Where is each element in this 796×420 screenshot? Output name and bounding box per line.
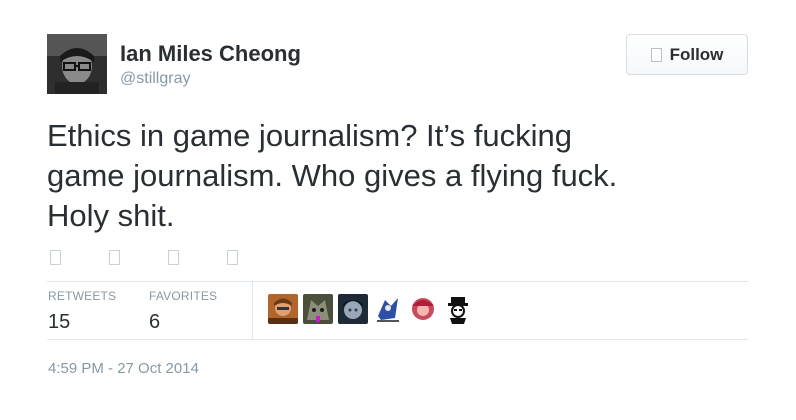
author-screen-name[interactable]: @stillgray [120,69,190,89]
tweet-card: Ian Miles Cheong @stillgray Follow Ethic… [0,0,796,420]
stats-divider-vertical [252,281,253,339]
favoriter-avatar-3[interactable] [338,294,368,324]
follow-button[interactable]: Follow [626,34,748,75]
favorite-icon[interactable] [168,250,179,265]
favorites-count: 6 [149,311,161,333]
favoriter-avatar-6[interactable] [443,294,473,324]
favoriter-avatar-2[interactable] [303,294,333,324]
author-display-name[interactable]: Ian Miles Cheong [120,40,301,68]
favorites-stat[interactable]: FAVORITES 6 [149,289,217,335]
favoriter-avatar-5[interactable] [408,294,438,324]
favorites-label: FAVORITES [149,289,218,303]
stats-divider-top [47,281,748,282]
retweets-count: 15 [48,311,71,333]
favoriters-list [268,294,473,324]
author-avatar-image [47,34,107,94]
retweets-label: RETWEETS [48,289,117,303]
tweet-timestamp[interactable]: 4:59 PM - 27 Oct 2014 [48,359,199,379]
reply-icon[interactable] [50,250,61,265]
retweets-stat[interactable]: RETWEETS 15 [48,289,116,335]
favoriter-avatar-1[interactable] [268,294,298,324]
author-avatar[interactable] [47,34,107,94]
tweet-text: Ethics in game journalism? It’s fucking … [47,118,618,233]
retweet-icon[interactable] [109,250,120,265]
tweet-actions [50,250,238,265]
more-icon[interactable] [227,250,238,265]
stats-divider-bottom [47,339,748,340]
favoriter-avatar-4[interactable] [373,294,403,324]
follow-icon [650,47,662,62]
follow-button-label: Follow [669,44,724,64]
